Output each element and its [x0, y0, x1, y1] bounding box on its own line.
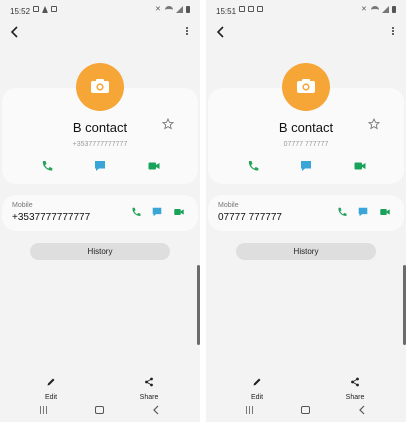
dot-icon	[186, 33, 188, 35]
status-time: 15:52	[10, 7, 31, 16]
message-icon[interactable]	[151, 206, 163, 218]
mute-icon: ✕	[155, 6, 161, 13]
share-icon	[351, 377, 359, 387]
message-icon[interactable]	[93, 159, 107, 173]
number-type-label: Mobile	[12, 202, 33, 209]
edit-button[interactable]: Edit	[237, 374, 277, 401]
message-icon[interactable]	[299, 159, 313, 173]
system-icons: ✕	[361, 6, 396, 13]
phone-screen-right: 15:51 ✕ B contact 07777 777777 Mobile 07…	[206, 0, 406, 422]
battery-icon	[392, 6, 396, 13]
upload-icon	[42, 6, 48, 13]
pencil-icon	[253, 378, 261, 386]
back-button[interactable]	[8, 24, 22, 40]
quick-actions	[2, 159, 198, 173]
share-label: Share	[345, 394, 365, 401]
home-button[interactable]	[301, 406, 310, 414]
edit-label: Edit	[44, 394, 58, 401]
status-bar: 15:52 ✕	[0, 0, 200, 22]
message-icon[interactable]	[357, 206, 369, 218]
sim-icon	[248, 6, 254, 12]
more-options-button[interactable]	[184, 26, 190, 40]
phone-number-card[interactable]: Mobile +3537777777777	[2, 195, 198, 231]
camera-icon	[91, 79, 109, 93]
star-icon[interactable]	[162, 118, 174, 130]
nav-back-icon[interactable]	[152, 405, 160, 415]
history-button[interactable]: History	[236, 243, 376, 260]
gallery-icon	[33, 6, 39, 12]
status-time: 15:51	[216, 7, 237, 16]
share-button[interactable]: Share	[335, 374, 375, 401]
phone-screen-left: 15:52 ✕ B contact +3537777777777 Mobile …	[0, 0, 200, 422]
phone-number: +3537777777777	[12, 212, 91, 223]
back-arrow-icon	[10, 26, 18, 38]
contact-number: 07777 777777	[283, 141, 329, 148]
video-icon[interactable]	[379, 206, 391, 218]
phone-icon[interactable]	[130, 206, 142, 218]
share-button[interactable]: Share	[129, 374, 169, 401]
sim-icon	[51, 6, 57, 12]
camera-icon	[297, 79, 315, 93]
edit-label: Edit	[250, 394, 264, 401]
history-button[interactable]: History	[30, 243, 170, 260]
contact-number: +3537777777777	[72, 141, 128, 148]
bar-icon	[252, 406, 253, 414]
recents-button[interactable]	[246, 406, 253, 414]
mute-icon: ✕	[361, 6, 367, 13]
pencil-icon	[47, 378, 55, 386]
notification-icons	[33, 6, 57, 13]
bar-icon	[46, 406, 47, 414]
dot-icon	[392, 30, 394, 32]
phone-number: 07777 777777	[218, 212, 282, 223]
more-options-button[interactable]	[390, 26, 396, 40]
status-bar: 15:51 ✕	[206, 0, 406, 22]
contact-avatar[interactable]	[76, 63, 124, 111]
dot-icon	[186, 27, 188, 29]
navigation-bar	[0, 402, 200, 420]
quick-actions	[208, 159, 404, 173]
phone-number-card[interactable]: Mobile 07777 777777	[208, 195, 404, 231]
system-icons: ✕	[155, 6, 190, 13]
phone-icon[interactable]	[336, 206, 348, 218]
video-icon[interactable]	[353, 159, 367, 173]
signal-icon	[176, 6, 183, 13]
recents-button[interactable]	[40, 406, 47, 414]
bar-icon	[43, 406, 44, 414]
wifi-icon	[371, 6, 379, 13]
gallery-icon	[239, 6, 245, 12]
share-icon	[145, 377, 153, 387]
notification-icons	[239, 6, 263, 12]
back-arrow-icon	[216, 26, 224, 38]
battery-icon	[186, 6, 190, 13]
dot-icon	[392, 27, 394, 29]
video-icon[interactable]	[173, 206, 185, 218]
navigation-bar	[206, 402, 406, 420]
contact-avatar[interactable]	[282, 63, 330, 111]
wifi-icon	[165, 6, 173, 13]
back-button[interactable]	[214, 24, 228, 40]
home-button[interactable]	[95, 406, 104, 414]
video-icon[interactable]	[147, 159, 161, 173]
dot-icon	[392, 33, 394, 35]
nav-back-icon[interactable]	[358, 405, 366, 415]
bar-icon	[246, 406, 247, 414]
share-label: Share	[139, 394, 159, 401]
edit-button[interactable]: Edit	[31, 374, 71, 401]
bar-icon	[249, 406, 250, 414]
star-icon[interactable]	[368, 118, 380, 130]
phone-icon[interactable]	[246, 159, 260, 173]
number-type-label: Mobile	[218, 202, 239, 209]
bar-icon	[40, 406, 41, 414]
notification-icon	[257, 6, 263, 12]
dot-icon	[186, 30, 188, 32]
signal-icon	[382, 6, 389, 13]
phone-icon[interactable]	[40, 159, 54, 173]
